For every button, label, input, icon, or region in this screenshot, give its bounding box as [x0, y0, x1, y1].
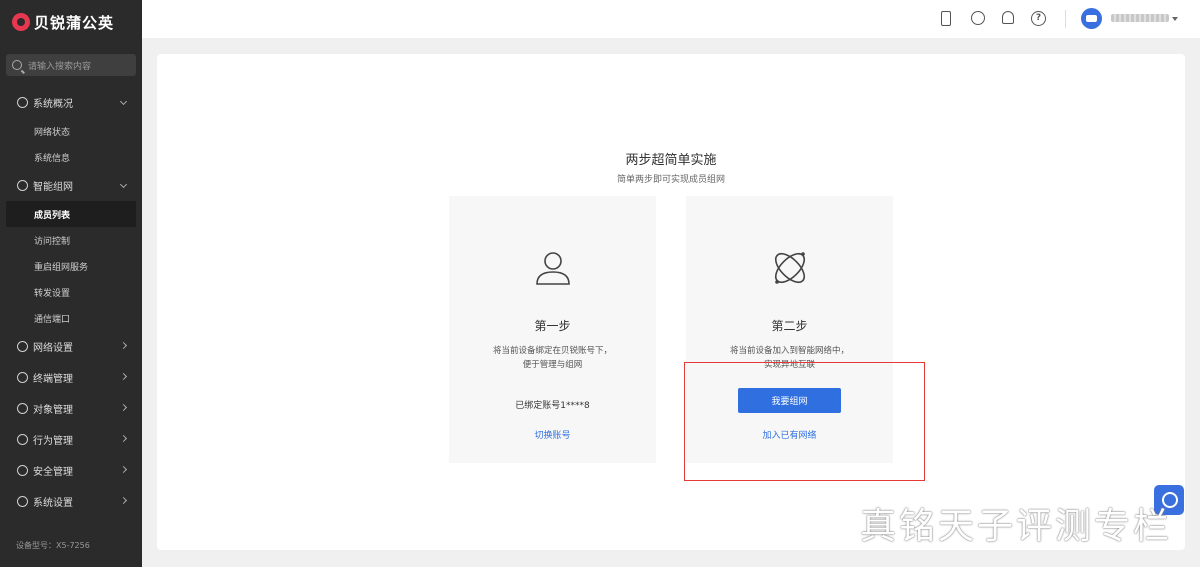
gear-icon	[17, 496, 28, 507]
sidebar-group-label: 系统设置	[33, 498, 73, 509]
sidebar-item-ports[interactable]: 通信端口	[0, 305, 142, 331]
search-input[interactable]: 请输入搜索内容	[28, 59, 91, 72]
watermark-text: 真铭天子评测专栏	[860, 506, 1173, 547]
step-two-desc-line1: 将当前设备加入到智能网络中，	[729, 346, 849, 356]
page-subtitle: 简单两步即可实现成员组网	[616, 175, 725, 185]
network-icon	[17, 180, 28, 191]
chevron-down-icon	[119, 97, 128, 106]
chevron-right-icon	[119, 434, 128, 443]
chevron-right-icon	[119, 341, 128, 350]
search-icon	[12, 60, 22, 70]
sidebar-group-system-settings[interactable]: 系统设置	[0, 486, 142, 517]
sidebar: 贝锐蒲公英 请输入搜索内容 系统概况 网络状态 系统信息 智能组网 成员列表 访…	[0, 0, 142, 567]
sidebar-group-label: 网络设置	[33, 343, 73, 354]
folder-icon	[17, 403, 28, 414]
step-one-title: 第一步	[534, 319, 571, 333]
chevron-right-icon	[119, 403, 128, 412]
highlight-box	[684, 362, 925, 481]
header-divider	[1065, 10, 1066, 28]
top-header: ?	[142, 0, 1200, 38]
robot-icon[interactable]	[971, 11, 985, 25]
chevron-down-icon	[119, 180, 128, 189]
caret-down-icon[interactable]	[1172, 17, 1178, 21]
sidebar-group-network-settings[interactable]: 网络设置	[0, 331, 142, 362]
sidebar-item-member-list[interactable]: 成员列表	[6, 201, 136, 227]
shield-icon	[17, 465, 28, 476]
sidebar-group-smart-network[interactable]: 智能组网	[0, 170, 142, 201]
sidebar-item-forward-settings[interactable]: 转发设置	[0, 279, 142, 305]
logo-icon	[12, 13, 30, 31]
avatar[interactable]	[1081, 8, 1102, 29]
help-icon[interactable]: ?	[1031, 11, 1046, 26]
page-title: 两步超简单实施	[625, 153, 717, 168]
sidebar-item-system-info[interactable]: 系统信息	[0, 144, 142, 170]
sidebar-group-behavior[interactable]: 行为管理	[0, 424, 142, 455]
sidebar-group-label: 终端管理	[33, 374, 73, 385]
sidebar-group-label: 安全管理	[33, 467, 73, 478]
device-model: 设备型号：X5-7256	[16, 541, 90, 550]
phone-icon[interactable]	[941, 11, 951, 26]
sidebar-menu: 系统概况 网络状态 系统信息 智能组网 成员列表 访问控制 重启组网服务 转发设…	[0, 87, 142, 517]
sidebar-group-terminal[interactable]: 终端管理	[0, 362, 142, 393]
step-one-card: 第一步 将当前设备绑定在贝锐账号下， 便于管理与组网 已绑定账号1****8 切…	[449, 196, 656, 463]
sidebar-item-access-control[interactable]: 访问控制	[0, 227, 142, 253]
step-two-title: 第二步	[771, 319, 808, 333]
username-blurred[interactable]	[1111, 14, 1169, 22]
step-one-description: 将当前设备绑定在贝锐账号下， 便于管理与组网	[449, 344, 656, 372]
main-card: 两步超简单实施 简单两步即可实现成员组网 第一步 将当前设备绑定在贝锐账号下， …	[157, 54, 1185, 550]
chevron-right-icon	[119, 372, 128, 381]
sidebar-group-label: 智能组网	[33, 182, 73, 193]
orbit-network-icon	[774, 252, 806, 284]
logo[interactable]: 贝锐蒲公英	[12, 11, 114, 33]
sidebar-group-security[interactable]: 安全管理	[0, 455, 142, 486]
sidebar-item-network-status[interactable]: 网络状态	[0, 118, 142, 144]
globe-icon	[17, 97, 28, 108]
behavior-icon	[17, 434, 28, 445]
chevron-right-icon	[119, 465, 128, 474]
bound-account-text: 已绑定账号1****8	[515, 401, 590, 411]
terminal-icon	[17, 372, 28, 383]
step-one-desc-line1: 将当前设备绑定在贝锐账号下，	[492, 346, 612, 356]
sliders-icon	[17, 341, 28, 352]
sidebar-item-restart-service[interactable]: 重启组网服务	[0, 253, 142, 279]
search-box[interactable]: 请输入搜索内容	[6, 54, 136, 76]
sidebar-group-label: 对象管理	[33, 405, 73, 416]
sidebar-group-objects[interactable]: 对象管理	[0, 393, 142, 424]
sidebar-group-label: 行为管理	[33, 436, 73, 447]
step-one-desc-line2: 便于管理与组网	[522, 360, 583, 370]
bell-icon[interactable]	[1002, 11, 1014, 24]
user-icon	[536, 252, 570, 285]
logo-text: 贝锐蒲公英	[34, 13, 115, 32]
chevron-right-icon	[119, 496, 128, 505]
switch-account-link[interactable]: 切换账号	[449, 428, 656, 441]
sidebar-group-label: 系统概况	[33, 99, 73, 110]
sidebar-group-system-overview[interactable]: 系统概况	[0, 87, 142, 118]
